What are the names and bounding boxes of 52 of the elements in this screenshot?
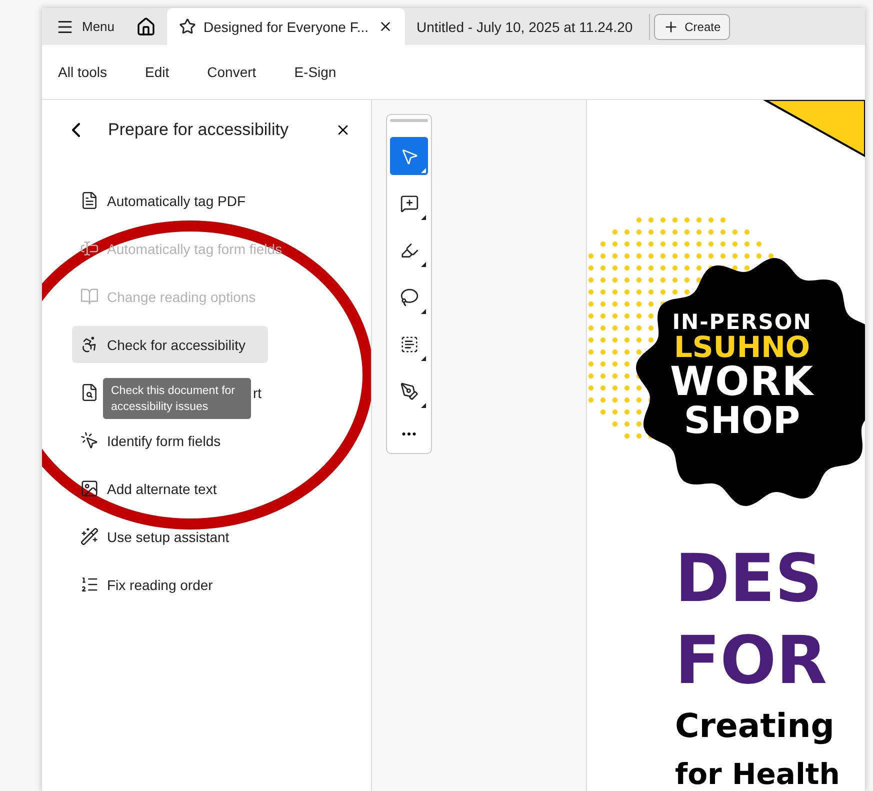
item-label: Check for accessibility (107, 336, 246, 352)
tool-list-item[interactable]: Check for accessibility (72, 326, 268, 363)
list-order-icon (80, 575, 99, 594)
tooltip: Check this document for accessibility issues (103, 378, 251, 419)
highlighter-icon (400, 240, 418, 260)
image-icon (80, 479, 99, 498)
magic-wand-icon (80, 527, 99, 546)
badge-text: LSUHNO (674, 333, 810, 362)
item-label: Use setup assistant (107, 528, 230, 544)
tool-list-item[interactable]: Automatically tag PDF (72, 182, 268, 219)
panel-title: Prepare for accessibility (108, 120, 290, 140)
menu-item[interactable]: E-Sign (286, 58, 344, 86)
item-label: Add alternate text (107, 480, 217, 496)
tool-list-item[interactable]: Identify form fields (72, 422, 268, 459)
document-tab[interactable]: Untitled - July 10, 2025 at 11.24.20 (404, 8, 645, 45)
badge-text: SHOP (684, 402, 800, 439)
create-button[interactable]: Create (654, 14, 730, 40)
menu-item[interactable]: Convert (199, 58, 264, 86)
poster-subheading: Creating (675, 705, 836, 747)
item-label: Automatically tag PDF (107, 192, 246, 208)
item-label: rt (253, 384, 262, 400)
cursor-icon (400, 146, 418, 166)
document-tag-icon (80, 191, 99, 210)
item-label: Identify form fields (107, 432, 221, 448)
pen-icon (400, 382, 418, 400)
item-label: Change reading options (107, 288, 256, 304)
comment-plus-icon (400, 194, 418, 212)
tool-list-item[interactable]: Fix reading order (72, 566, 268, 603)
menu-button[interactable]: Menu (42, 8, 125, 45)
select-tool-button[interactable] (390, 137, 428, 175)
document-tab[interactable]: Designed for Everyone F... (166, 8, 405, 45)
tool-list-item[interactable]: Use setup assistant (72, 518, 268, 555)
poster-heading: FOR (675, 622, 828, 700)
pointer-click-icon (80, 431, 99, 450)
report-icon (80, 383, 99, 402)
badge-text: WORK (670, 362, 814, 402)
form-field-icon (80, 239, 99, 258)
home-icon (136, 16, 156, 36)
poster-heading: DES (675, 540, 824, 618)
star-icon (178, 18, 196, 35)
text-box-icon (400, 334, 418, 354)
lasso-icon (400, 288, 418, 306)
poster-subheading: for Health (675, 756, 840, 791)
item-label: Fix reading order (107, 576, 213, 592)
tab-title: Untitled - July 10, 2025 at 11.24.20 (416, 18, 633, 34)
tool-list-item[interactable]: Add alternate text (72, 470, 268, 507)
tab-title: Designed for Everyone F... (204, 18, 370, 34)
badge-text: IN-PERSON (672, 312, 812, 333)
book-icon (80, 287, 99, 306)
menu-item[interactable]: Edit (137, 58, 178, 86)
plus-icon (662, 19, 679, 35)
menu-item[interactable]: All tools (50, 58, 116, 86)
